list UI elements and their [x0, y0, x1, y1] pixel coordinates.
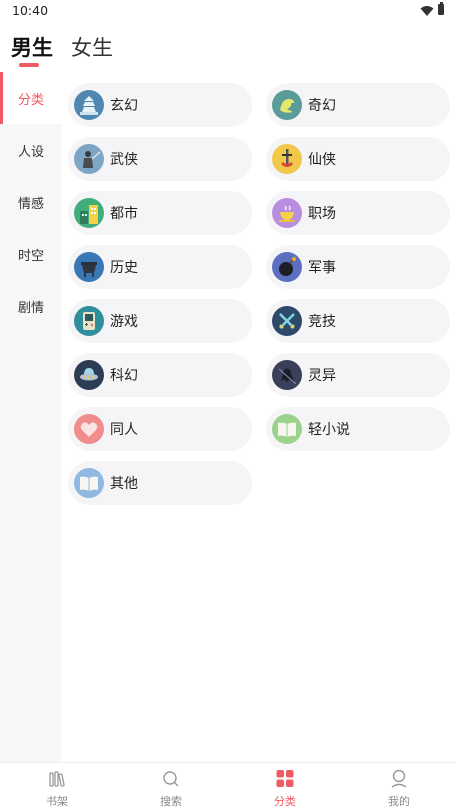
category-label: 都市	[110, 206, 138, 222]
category-label: 仙侠	[308, 152, 336, 168]
category-label: 科幻	[110, 368, 138, 384]
status-bar: 10:40	[0, 0, 456, 22]
sidebar-item-plot[interactable]: 剧情	[0, 280, 62, 332]
bottom-nav: 书架 搜索 分类 我的	[0, 762, 456, 811]
category-item-qihuan[interactable]: 奇幻	[266, 83, 450, 127]
category-item-zhichang[interactable]: 职场	[266, 191, 450, 235]
sword-icon	[272, 144, 302, 174]
category-item-junshi[interactable]: 军事	[266, 245, 450, 289]
coffee-cup-icon	[272, 198, 302, 228]
heart-icon	[74, 414, 104, 444]
category-item-youxi[interactable]: 游戏	[68, 299, 252, 343]
category-label: 奇幻	[308, 98, 336, 114]
sidebar-item-label: 时空	[17, 248, 44, 264]
bomb-icon	[272, 252, 302, 282]
ghost-icon	[272, 360, 302, 390]
category-label: 游戏	[110, 314, 138, 330]
nav-label: 书架	[46, 795, 68, 808]
category-label: 轻小说	[308, 422, 350, 438]
category-item-wuxia[interactable]: 武侠	[68, 137, 252, 181]
cauldron-icon	[74, 252, 104, 282]
battery-icon	[438, 2, 444, 15]
nav-label: 分类	[274, 795, 296, 808]
search-icon	[163, 771, 179, 787]
wifi-icon	[420, 6, 434, 16]
category-item-jingji[interactable]: 竞技	[266, 299, 450, 343]
category-item-tongren[interactable]: 同人	[68, 407, 252, 451]
nav-label: 搜索	[160, 795, 182, 808]
category-item-lingyi[interactable]: 灵异	[266, 353, 450, 397]
gameboy-icon	[74, 306, 104, 336]
category-item-xianxia[interactable]: 仙侠	[266, 137, 450, 181]
bookshelf-icon	[49, 771, 65, 787]
tab-male[interactable]: 男生	[11, 32, 53, 62]
sidebar-item-label: 分类	[17, 92, 44, 108]
category-label: 玄幻	[110, 98, 138, 114]
pagoda-icon	[74, 90, 104, 120]
category-item-kehuan[interactable]: 科幻	[68, 353, 252, 397]
book-icon	[272, 414, 302, 444]
category-item-qita[interactable]: 其他	[68, 461, 252, 505]
category-label: 职场	[308, 206, 336, 222]
category-label: 军事	[308, 260, 336, 276]
nav-label: 我的	[388, 795, 410, 808]
category-item-xuanhuan[interactable]: 玄幻	[68, 83, 252, 127]
nav-category[interactable]: 分类	[228, 763, 342, 811]
swordsman-icon	[74, 144, 104, 174]
category-label: 同人	[110, 422, 138, 438]
nav-bookshelf[interactable]: 书架	[0, 763, 114, 811]
nav-search[interactable]: 搜索	[114, 763, 228, 811]
category-label: 历史	[110, 260, 138, 276]
book-icon	[74, 468, 104, 498]
category-item-qingxiaoshuo[interactable]: 轻小说	[266, 407, 450, 451]
buildings-icon	[74, 198, 104, 228]
sidebar-item-time-space[interactable]: 时空	[0, 228, 62, 280]
nav-profile[interactable]: 我的	[342, 763, 456, 811]
category-label: 其他	[110, 476, 138, 492]
category-grid-icon	[276, 770, 294, 787]
sidebar-item-emotion[interactable]: 情感	[0, 176, 62, 228]
sidebar-item-category[interactable]: 分类	[0, 72, 62, 124]
category-label: 灵异	[308, 368, 336, 384]
sidebar-item-label: 情感	[17, 196, 44, 212]
crossed-swords-icon	[272, 306, 302, 336]
category-item-lishi[interactable]: 历史	[68, 245, 252, 289]
category-label: 武侠	[110, 152, 138, 168]
sidebar: 分类 人设 情感 时空 剧情	[0, 72, 62, 762]
tab-active-indicator	[19, 63, 39, 67]
sidebar-item-persona[interactable]: 人设	[0, 124, 62, 176]
sidebar-item-label: 人设	[17, 144, 44, 160]
ufo-icon	[74, 360, 104, 390]
category-label: 竞技	[308, 314, 336, 330]
dragon-icon	[272, 90, 302, 120]
app-screen: 10:40 男生 女生 分类 人设 情感 时空 剧情 玄幻 奇幻 武侠 仙侠 都…	[0, 0, 456, 811]
tab-female[interactable]: 女生	[71, 32, 113, 62]
category-item-dushi[interactable]: 都市	[68, 191, 252, 235]
sidebar-item-label: 剧情	[17, 300, 44, 316]
user-icon	[391, 769, 407, 788]
status-time: 10:40	[12, 3, 49, 18]
